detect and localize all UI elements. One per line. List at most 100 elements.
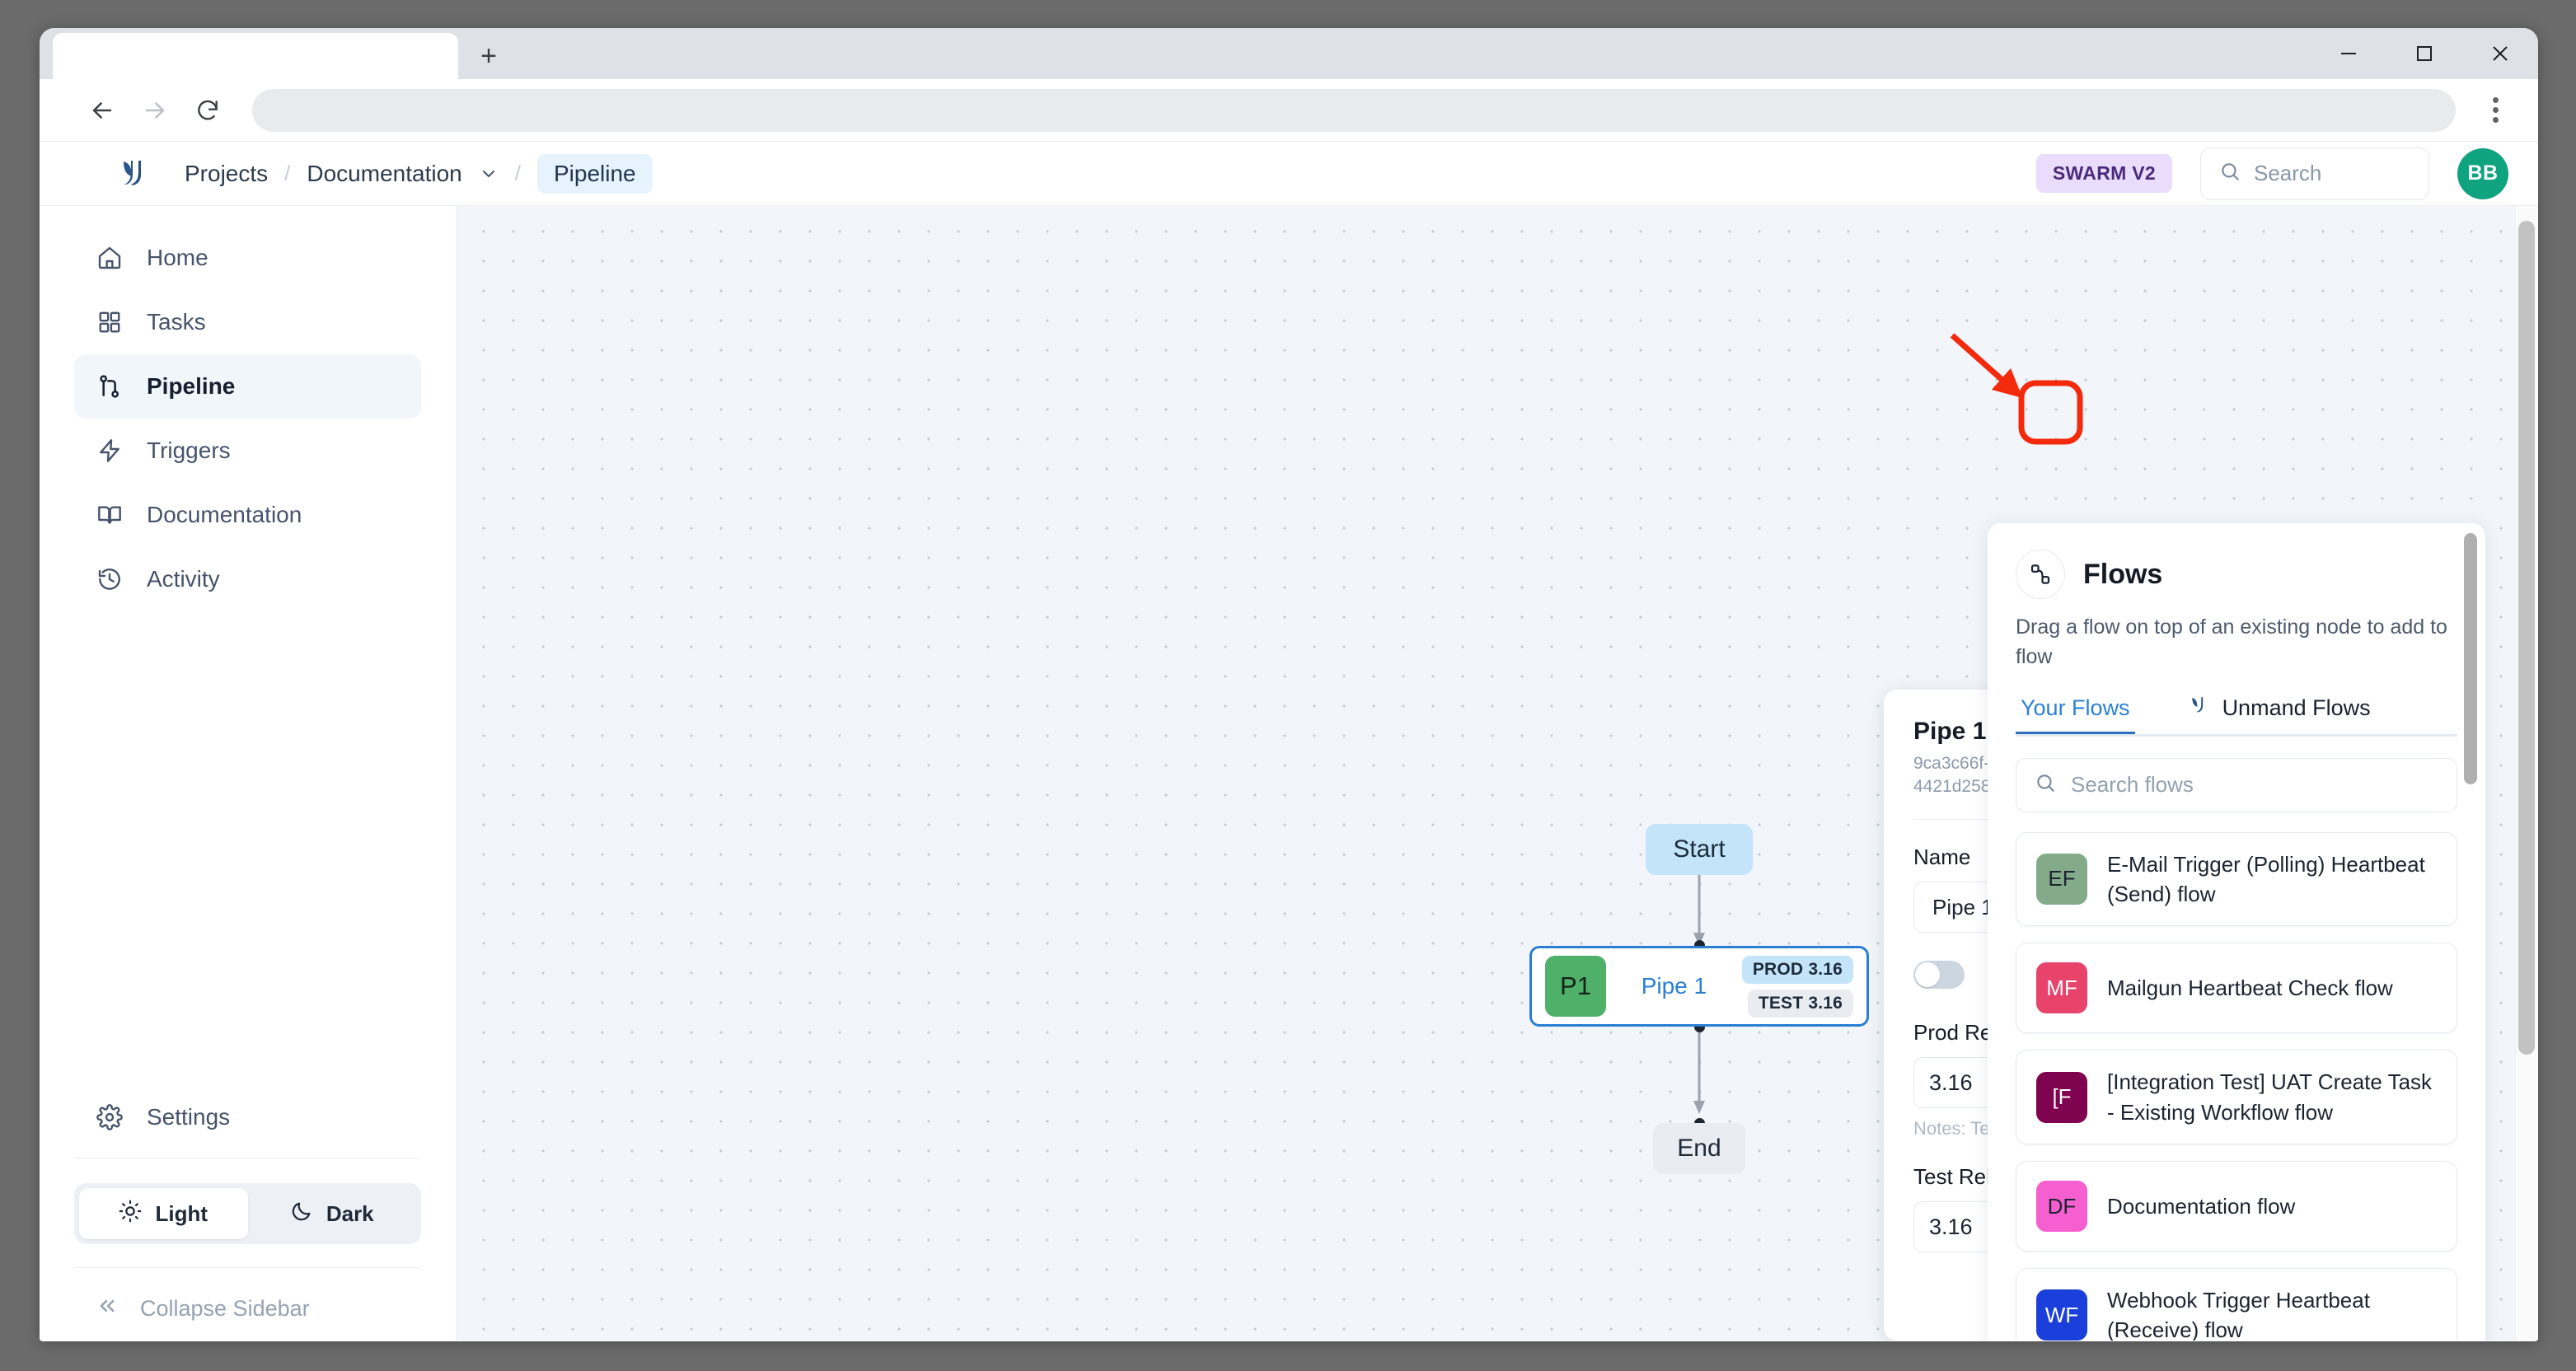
flow-name: Documentation flow: [2107, 1193, 2296, 1219]
flows-search-placeholder: Search flows: [2071, 772, 2194, 797]
sidebar-item-tasks[interactable]: Tasks: [74, 290, 421, 354]
header-actions: SWARM V2 Search BB: [2035, 147, 2508, 200]
flows-title: Flows: [2083, 558, 2163, 590]
gear-icon: [96, 1103, 124, 1131]
browser-tab[interactable]: [53, 33, 458, 79]
new-tab-button[interactable]: +: [463, 33, 514, 79]
breadcrumb-projects[interactable]: Projects: [185, 161, 268, 187]
sidebar-item-label: Pipeline: [147, 373, 236, 399]
browser-tabstrip: +: [40, 28, 2538, 79]
node-tag-test: TEST 3.16: [1747, 989, 1853, 1018]
sidebar-item-label: Triggers: [147, 438, 231, 463]
page-scrollbar-track: [2515, 206, 2538, 1341]
sidebar-item-triggers[interactable]: Triggers: [74, 419, 421, 483]
node-start[interactable]: Start: [1646, 824, 1753, 875]
flow-avatar: WF: [2036, 1289, 2087, 1341]
list-item[interactable]: DF Documentation flow: [2016, 1161, 2457, 1252]
app-header: Projects / Documentation / Pipeline SWAR…: [40, 142, 2538, 206]
test-release-value: 3.16: [1929, 1214, 1973, 1239]
unmand-leaf-logo: [2186, 694, 2209, 723]
search-icon: [2219, 161, 2241, 186]
tab-unmand-flows-label: Unmand Flows: [2222, 695, 2371, 720]
flow-avatar: MF: [2036, 962, 2087, 1014]
flows-panel: Flows Drag a flow on top of an existing …: [1988, 523, 2485, 1341]
node-avatar: P1: [1545, 956, 1606, 1017]
sun-icon: [119, 1200, 142, 1228]
flow-name: [Integration Test] UAT Create Task - Exi…: [2107, 1069, 2433, 1125]
breadcrumb-separator-2: /: [514, 161, 521, 185]
tab-unmand-flows[interactable]: Unmand Flows: [2181, 694, 2376, 734]
flows-search-input[interactable]: Search flows: [2016, 757, 2457, 812]
follow-active-toggle[interactable]: [1913, 961, 1965, 990]
flow-name: E-Mail Trigger (Polling) Heartbeat (Send…: [2107, 851, 2425, 906]
flows-header: Flows: [2016, 550, 2457, 599]
node-pipe-1[interactable]: P1 Pipe 1 PROD 3.16 TEST 3.16: [1529, 946, 1869, 1027]
sidebar-divider-2: [74, 1267, 421, 1268]
chevrons-left-icon: [96, 1294, 119, 1323]
flows-subtitle: Drag a flow on top of an existing node t…: [2016, 615, 2447, 669]
browser-toolbar: [40, 79, 2538, 142]
sidebar-item-label: Documentation: [147, 502, 302, 527]
name-field-value: Pipe 1: [1932, 894, 1993, 919]
sidebar-item-documentation[interactable]: Documentation: [74, 483, 421, 547]
node-end[interactable]: End: [1653, 1123, 1745, 1174]
kebab-menu-icon[interactable]: [2472, 84, 2518, 137]
history-clock-icon: [96, 565, 124, 593]
list-item[interactable]: EF E-Mail Trigger (Polling) Heartbeat (S…: [2016, 831, 2457, 927]
page-scrollbar-thumb[interactable]: [2518, 221, 2535, 1055]
sidebar: Home Tasks Pipeline Triggers Documentati…: [40, 206, 457, 1341]
prod-release-value: 3.16: [1929, 1069, 1973, 1095]
sidebar-item-label: Activity: [147, 566, 220, 592]
window-controls: [2311, 28, 2538, 79]
theme-option-light[interactable]: Light: [79, 1188, 248, 1239]
book-icon: [96, 501, 124, 529]
sidebar-item-home[interactable]: Home: [74, 226, 421, 290]
edge-pipe-to-end: [1693, 1027, 1705, 1114]
list-item[interactable]: MF Mailgun Heartbeat Check flow: [2016, 943, 2457, 1034]
node-label: Pipe 1: [1641, 973, 1707, 999]
sidebar-item-activity[interactable]: Activity: [74, 547, 421, 611]
maximize-icon[interactable]: [2386, 28, 2462, 79]
flows-tabs: Your Flows Unmand Flows: [2016, 694, 2457, 737]
flow-avatar: [F: [2036, 1071, 2087, 1123]
breadcrumb-project[interactable]: Documentation: [307, 161, 461, 187]
flow-name: Mailgun Heartbeat Check flow: [2107, 976, 2393, 1001]
back-arrow-icon[interactable]: [76, 84, 129, 137]
flows-node-icon: [2016, 550, 2065, 599]
node-tag-prod: PROD 3.16: [1741, 955, 1853, 984]
flows-panel-scrollbar[interactable]: [2464, 533, 2477, 784]
avatar[interactable]: BB: [2457, 147, 2508, 199]
annotation-arrow: [1950, 333, 2023, 399]
application-root: Projects / Documentation / Pipeline SWAR…: [40, 142, 2538, 1341]
chevron-down-icon[interactable]: [479, 164, 499, 184]
list-item[interactable]: WF Webhook Trigger Heartbeat (Receive) f…: [2016, 1268, 2457, 1341]
toggle-knob: [1915, 962, 1940, 988]
swarm-version-badge: SWARM V2: [2035, 154, 2172, 193]
search-icon: [2035, 772, 2056, 798]
app-body: Home Tasks Pipeline Triggers Documentati…: [40, 206, 2538, 1341]
flow-avatar: EF: [2036, 853, 2087, 905]
search-input[interactable]: Search: [2200, 147, 2429, 200]
collapse-sidebar-button[interactable]: Collapse Sidebar: [74, 1276, 421, 1341]
sidebar-item-pipeline[interactable]: Pipeline: [74, 354, 421, 419]
sidebar-item-settings[interactable]: Settings: [74, 1085, 421, 1149]
theme-option-dark[interactable]: Dark: [248, 1188, 417, 1239]
moon-icon: [290, 1200, 313, 1228]
minimize-icon[interactable]: [2311, 28, 2386, 79]
lightning-icon: [96, 437, 124, 465]
annotation-highlight-box: [2018, 380, 2083, 445]
breadcrumb-current[interactable]: Pipeline: [536, 153, 653, 194]
reload-icon[interactable]: [181, 84, 234, 137]
forward-arrow-icon[interactable]: [129, 84, 181, 137]
tab-your-flows[interactable]: Your Flows: [2016, 694, 2135, 734]
address-bar[interactable]: [252, 88, 2456, 132]
breadcrumb-separator: /: [284, 161, 291, 185]
close-icon[interactable]: [2462, 28, 2538, 79]
breadcrumb: Projects / Documentation / Pipeline: [185, 153, 653, 194]
sidebar-item-label: Settings: [147, 1104, 231, 1130]
tab-your-flows-label: Your Flows: [2021, 695, 2130, 720]
list-item[interactable]: [F [Integration Test] UAT Create Task - …: [2016, 1050, 2457, 1145]
search-placeholder: Search: [2254, 161, 2322, 185]
pipeline-canvas[interactable]: Start P1 Pipe 1 PROD 3.16 TEST 3.16 End …: [457, 206, 2538, 1341]
